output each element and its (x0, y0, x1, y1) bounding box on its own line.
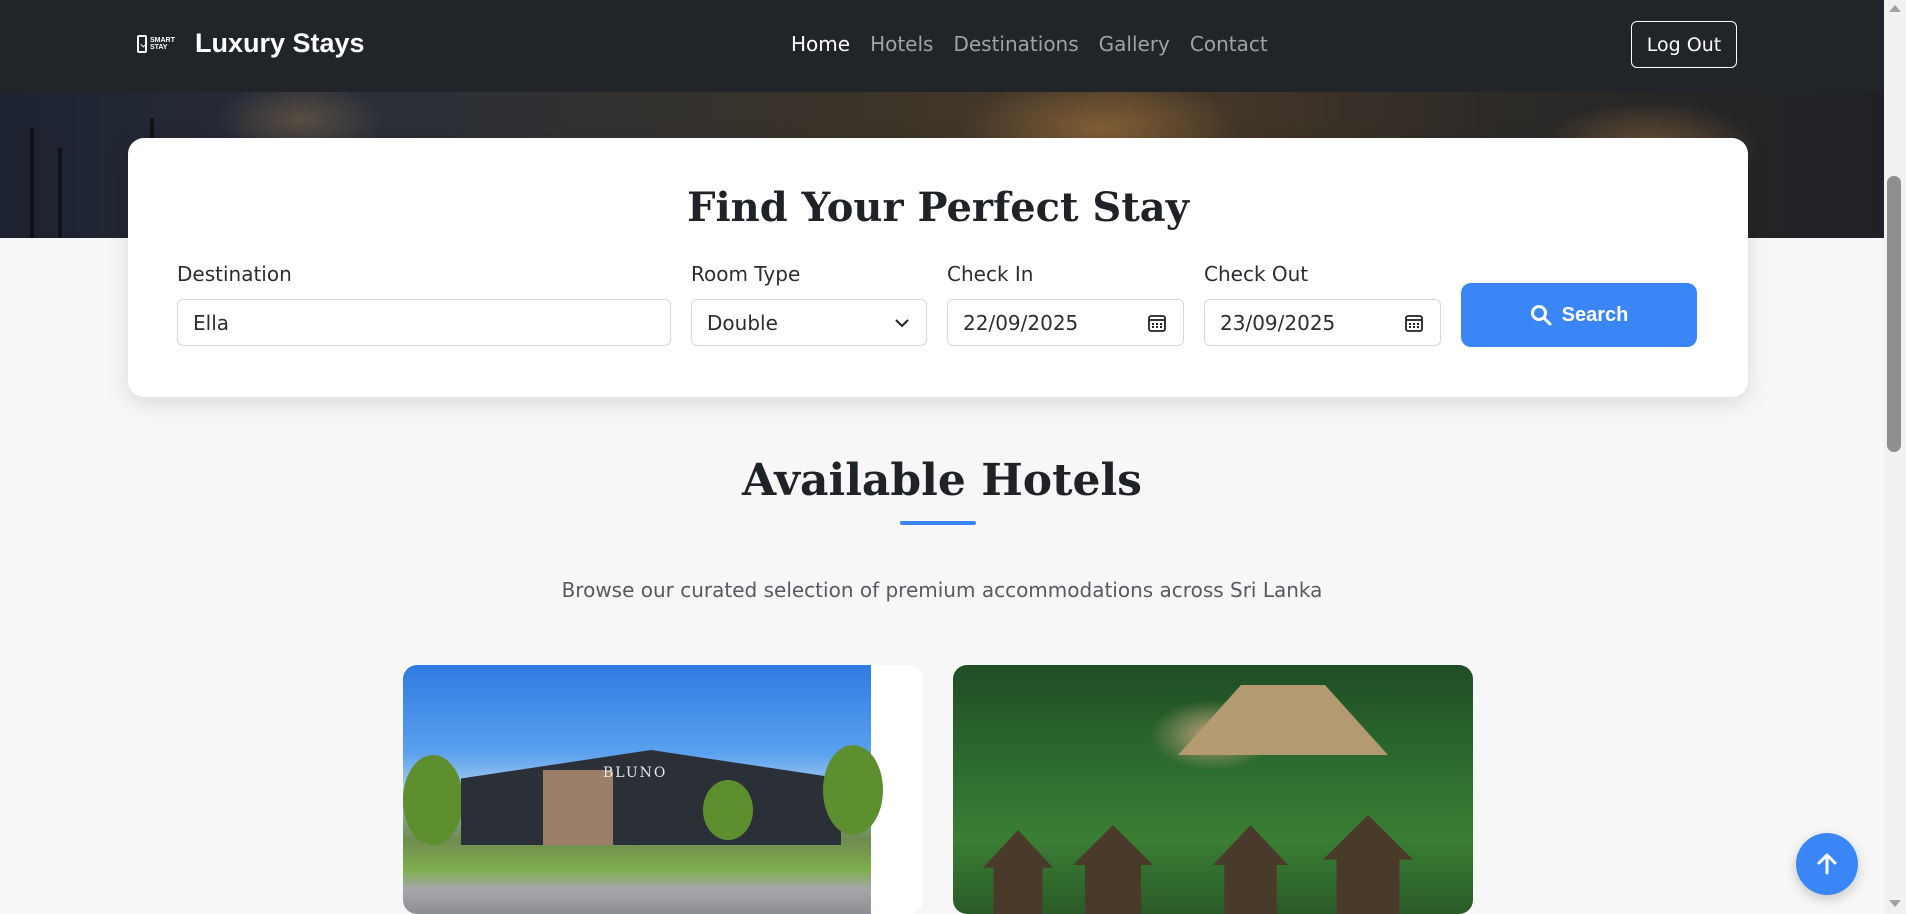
search-button-label: Search (1561, 303, 1629, 326)
section-title: Available Hotels (742, 455, 1142, 506)
nav-link-destinations[interactable]: Destinations (943, 30, 1088, 58)
scroll-down-arrow-icon[interactable] (1889, 900, 1901, 907)
nav-link-gallery[interactable]: Gallery (1089, 30, 1180, 58)
scrollbar[interactable] (1884, 0, 1906, 914)
destination-label: Destination (177, 262, 292, 286)
section-subtitle: Browse our curated selection of premium … (561, 578, 1323, 602)
back-to-top-button[interactable] (1796, 833, 1858, 895)
nav-link-home[interactable]: Home (781, 30, 860, 58)
chevron-down-icon (895, 319, 909, 328)
brand[interactable]: SMART STAY Luxury Stays (137, 28, 365, 59)
check-out-input[interactable]: 23/09/2025 (1204, 299, 1441, 346)
check-in-label: Check In (947, 262, 1034, 286)
room-type-select[interactable]: Double (691, 299, 927, 346)
navbar: SMART STAY Luxury Stays Home Hotels Dest… (0, 0, 1884, 92)
arrow-up-icon (1817, 853, 1837, 875)
brand-logo-text: SMART STAY (149, 36, 175, 51)
check-out-value: 23/09/2025 (1220, 310, 1336, 335)
search-title: Find Your Perfect Stay (687, 184, 1189, 231)
hotel-image-sign: BLUNO (603, 765, 668, 781)
checklist-icon (137, 34, 147, 53)
nav-links: Home Hotels Destinations Gallery Contact (781, 30, 1278, 58)
nav-link-contact[interactable]: Contact (1180, 30, 1278, 58)
room-type-label: Room Type (691, 262, 801, 286)
hotel-image: BLUNO (403, 665, 883, 914)
hotel-image (953, 665, 1473, 914)
brand-logo: SMART STAY (137, 29, 183, 59)
nav-link-hotels[interactable]: Hotels (860, 30, 943, 58)
destination-input[interactable]: Ella (177, 299, 671, 346)
room-type-value: Double (707, 310, 778, 335)
check-in-value: 22/09/2025 (963, 310, 1079, 335)
check-out-label: Check Out (1204, 262, 1309, 286)
calendar-icon[interactable] (1404, 313, 1424, 333)
search-icon (1530, 305, 1552, 326)
hotel-card[interactable] (953, 665, 1473, 914)
brand-name: Luxury Stays (195, 28, 365, 58)
search-card: Find Your Perfect Stay Destination Ella … (128, 138, 1748, 397)
scroll-up-arrow-icon[interactable] (1889, 5, 1901, 12)
calendar-icon[interactable] (1147, 313, 1167, 333)
section-underline (900, 521, 976, 525)
scrollbar-thumb[interactable] (1887, 176, 1901, 452)
hotel-card[interactable]: BLUNO (403, 665, 923, 914)
check-in-input[interactable]: 22/09/2025 (947, 299, 1184, 346)
logout-button[interactable]: Log Out (1631, 21, 1737, 68)
destination-value: Ella (193, 310, 230, 335)
search-button[interactable]: Search (1461, 283, 1697, 347)
